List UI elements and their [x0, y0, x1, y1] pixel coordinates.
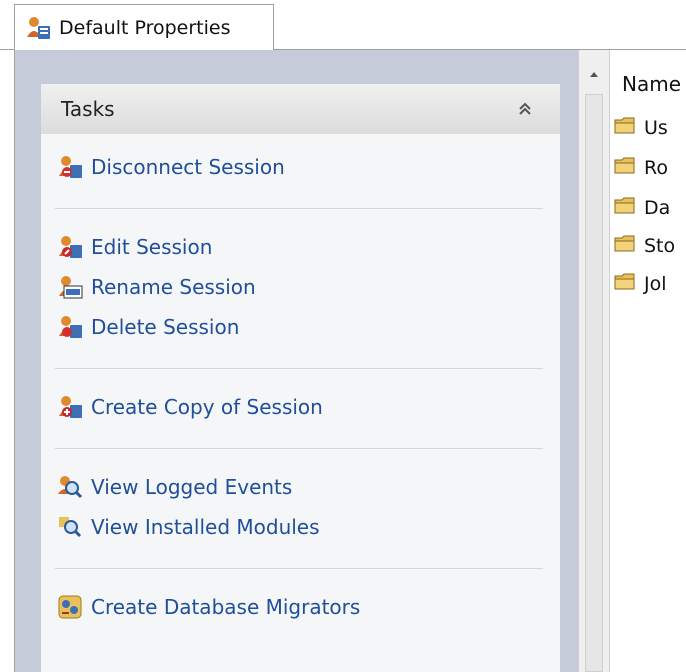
task-view-installed-modules[interactable]: View Installed Modules	[57, 510, 320, 544]
tree-item-label: Sto	[644, 235, 676, 257]
tab-default-properties[interactable]: Default Properties	[14, 4, 274, 50]
task-delete-session[interactable]: Delete Session	[57, 310, 239, 344]
folder-icon	[614, 115, 640, 141]
task-label: Delete Session	[91, 315, 240, 339]
task-group-divider	[55, 208, 543, 209]
database-migrators-icon	[57, 594, 83, 620]
vertical-scrollbar[interactable]	[578, 50, 610, 672]
tree-item-folder[interactable]: Da	[614, 194, 670, 222]
task-label: Edit Session	[91, 235, 213, 259]
column-header-name[interactable]: Name	[622, 72, 681, 96]
task-disconnect-session[interactable]: Disconnect Session	[57, 150, 285, 184]
task-edit-session[interactable]: Edit Session	[57, 230, 212, 264]
tree-item-folder[interactable]: Ro	[614, 154, 668, 182]
session-icon	[25, 15, 51, 41]
scrollbar-thumb[interactable]	[585, 94, 603, 672]
tasks-title: Tasks	[61, 97, 115, 121]
folder-icon	[614, 195, 640, 221]
right-pane: Name Us Ro Da Sto Jol	[610, 50, 686, 672]
tab-strip: Default Properties	[0, 0, 686, 50]
left-pane: Tasks Disconnect Session Edit Session Re…	[14, 50, 578, 672]
tree-item-folder[interactable]: Jol	[614, 270, 667, 298]
tree-item-label: Ro	[644, 157, 668, 179]
task-create-copy-of-session[interactable]: Create Copy of Session	[57, 390, 323, 424]
tasks-header[interactable]: Tasks	[41, 84, 560, 134]
logged-events-icon	[57, 474, 83, 500]
copy-session-icon	[57, 394, 83, 420]
delete-session-icon	[57, 314, 83, 340]
task-create-database-migrators[interactable]: Create Database Migrators	[57, 590, 360, 624]
rename-session-icon	[57, 274, 83, 300]
tree-item-label: Jol	[644, 273, 667, 295]
task-label: Disconnect Session	[91, 155, 285, 179]
folder-icon	[614, 233, 640, 259]
task-label: Rename Session	[91, 275, 256, 299]
task-label: View Logged Events	[91, 475, 293, 499]
installed-modules-icon	[57, 514, 83, 540]
task-group-divider	[55, 448, 543, 449]
folder-icon	[614, 271, 640, 297]
collapse-chevron-icon[interactable]	[512, 96, 538, 122]
tree-item-label: Us	[644, 117, 668, 139]
tree-item-folder[interactable]: Us	[614, 114, 668, 142]
task-group-divider	[55, 568, 543, 569]
task-group-divider	[55, 368, 543, 369]
tab-label: Default Properties	[59, 16, 231, 39]
task-label: Create Database Migrators	[91, 595, 361, 619]
folder-icon	[614, 155, 640, 181]
tree-item-folder[interactable]: Sto	[614, 232, 675, 260]
edit-session-icon	[57, 234, 83, 260]
tasks-panel: Tasks Disconnect Session Edit Session Re…	[41, 84, 560, 672]
task-label: View Installed Modules	[91, 515, 320, 539]
task-rename-session[interactable]: Rename Session	[57, 270, 256, 304]
tree-item-label: Da	[644, 197, 671, 219]
task-label: Create Copy of Session	[91, 395, 323, 419]
scroll-up-arrow-icon[interactable]	[579, 64, 609, 84]
disconnect-session-icon	[57, 154, 83, 180]
task-view-logged-events[interactable]: View Logged Events	[57, 470, 292, 504]
